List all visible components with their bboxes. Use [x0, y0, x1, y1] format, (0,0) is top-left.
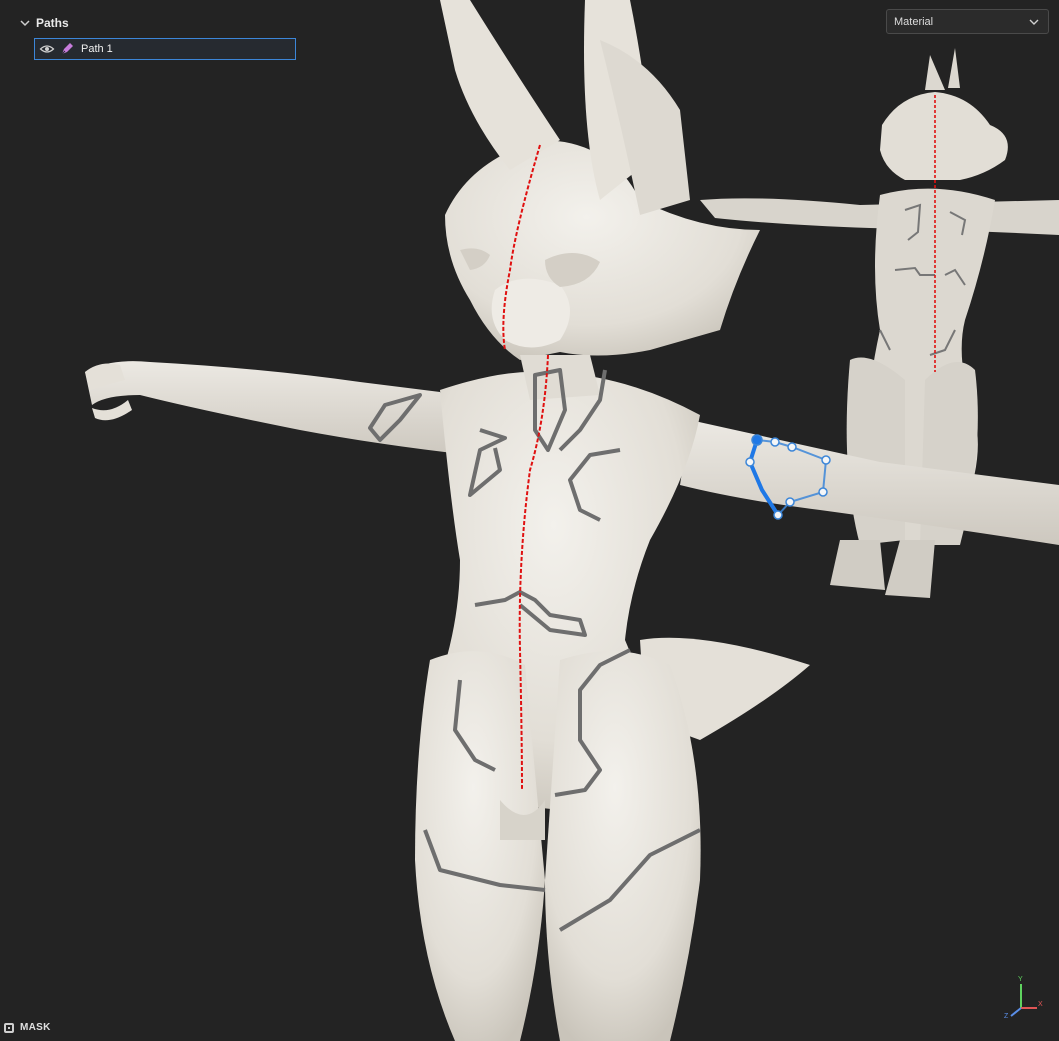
material-dropdown-value: Material — [894, 15, 934, 28]
y-axis-label: Y — [1018, 976, 1023, 983]
mask-icon — [4, 1022, 14, 1033]
eye-icon[interactable] — [39, 41, 55, 57]
material-dropdown[interactable]: Material — [886, 9, 1049, 34]
3d-viewport[interactable] — [0, 0, 1059, 1041]
path-item-label: Path 1 — [81, 43, 113, 55]
mask-label: MASK — [20, 1022, 51, 1033]
model-canvas[interactable] — [0, 0, 1059, 1041]
paths-panel: Paths Path 1 — [12, 12, 304, 60]
pen-tool-icon — [61, 43, 73, 55]
paths-panel-header[interactable]: Paths — [12, 12, 304, 34]
z-axis-line — [1010, 1007, 1022, 1017]
paths-panel-title: Paths — [36, 16, 69, 30]
x-axis-label: X — [1038, 1001, 1043, 1008]
path-list-item[interactable]: Path 1 — [34, 38, 296, 60]
chevron-down-icon[interactable] — [18, 16, 32, 30]
mask-toggle[interactable]: MASK — [4, 1022, 51, 1033]
z-axis-label: Z — [1004, 1013, 1009, 1020]
chevron-down-icon — [1029, 19, 1039, 25]
axis-gizmo[interactable]: Y X Z — [1003, 970, 1043, 1020]
